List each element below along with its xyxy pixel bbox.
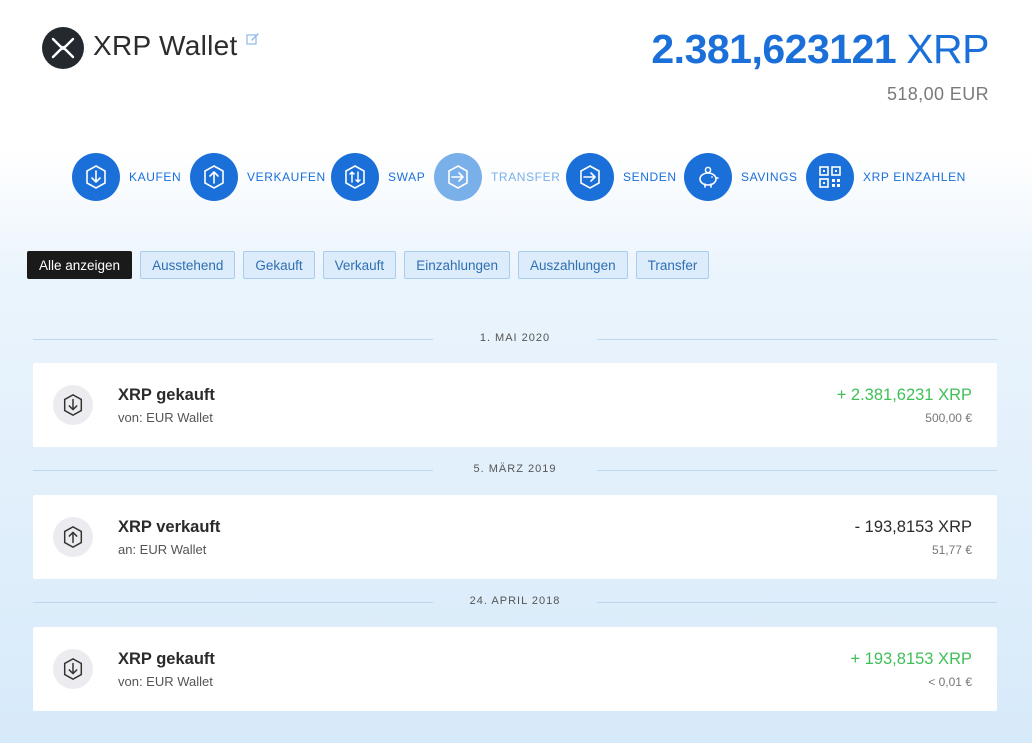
send-icon [566,153,614,201]
savings-label: SAVINGS [741,170,798,184]
date-label: 5. MÄRZ 2019 [473,463,557,475]
xrp-logo-icon [42,27,84,69]
qr-code-icon [806,153,854,201]
transaction-row[interactable]: XRP gekauft von: EUR Wallet + 193,8153 X… [33,627,997,711]
arrow-up-icon [53,517,93,557]
transaction-title: XRP gekauft [118,650,215,668]
arrow-down-icon [72,153,120,201]
filter-withdrawals[interactable]: Auszahlungen [518,251,628,279]
send-button[interactable]: SENDEN [566,152,677,202]
balance-amount: 2.381,623121 [651,26,897,72]
transaction-fiat: < 0,01 € [928,675,972,689]
swap-label: SWAP [388,170,426,184]
arrow-up-icon [190,153,238,201]
date-separator: 1. MAI 2020 [33,332,997,346]
swap-icon [331,153,379,201]
swap-button[interactable]: SWAP [331,152,425,202]
buy-label: KAUFEN [129,170,182,184]
transaction-row[interactable]: XRP gekauft von: EUR Wallet + 2.381,6231… [33,363,997,447]
date-label: 24. APRIL 2018 [469,595,561,607]
date-separator: 24. APRIL 2018 [33,595,997,609]
send-label: SENDEN [623,170,677,184]
transaction-amount: - 193,8153 XRP [854,518,972,536]
transaction-amount: + 2.381,6231 XRP [836,386,972,404]
transaction-source: von: EUR Wallet [118,410,213,425]
filter-pending[interactable]: Ausstehend [140,251,236,279]
fiat-balance: 518,00 EUR [886,84,989,104]
balance-unit: XRP [906,26,989,72]
xrp-deposit-label: XRP EINZAHLEN [863,170,966,184]
wallet-header: XRP Wallet 2.381,623121 XRP 518,00 EUR [0,0,1032,130]
filter-bought[interactable]: Gekauft [243,251,315,279]
wallet-balance: 2.381,623121 XRP [651,26,989,73]
transaction-title: XRP gekauft [118,386,215,404]
filter-deposits[interactable]: Einzahlungen [404,251,511,279]
arrow-right-icon [434,153,482,201]
transfer-button[interactable]: TRANSFER [434,152,560,202]
filter-all[interactable]: Alle anzeigen [27,251,133,279]
transaction-row[interactable]: XRP verkauft an: EUR Wallet - 193,8153 X… [33,495,997,579]
filter-transfer[interactable]: Transfer [635,251,710,279]
sell-button[interactable]: VERKAUFEN [190,152,326,202]
edit-icon[interactable] [246,32,260,46]
filter-sold[interactable]: Verkauft [322,251,397,279]
transaction-amount: + 193,8153 XRP [850,650,972,668]
savings-button[interactable]: SAVINGS [684,152,798,202]
transaction-source: an: EUR Wallet [118,542,207,557]
date-label: 1. MAI 2020 [479,332,551,344]
arrow-down-icon [53,385,93,425]
sell-label: VERKAUFEN [247,170,326,184]
filter-bar: Alle anzeigen Ausstehend Gekauft Verkauf… [27,251,717,279]
action-bar: KAUFEN VERKAUFEN SWAP TRANSFER SENDEN SA… [0,152,1032,202]
piggy-bank-icon [684,153,732,201]
transaction-source: von: EUR Wallet [118,674,213,689]
transaction-title: XRP verkauft [118,518,221,536]
buy-button[interactable]: KAUFEN [72,152,181,202]
wallet-title: XRP Wallet [93,30,238,61]
xrp-deposit-button[interactable]: XRP EINZAHLEN [806,152,966,202]
arrow-down-icon [53,649,93,689]
transaction-fiat: 500,00 € [925,411,972,425]
transaction-fiat: 51,77 € [931,543,972,557]
date-separator: 5. MÄRZ 2019 [33,463,997,477]
transfer-label: TRANSFER [491,170,561,184]
